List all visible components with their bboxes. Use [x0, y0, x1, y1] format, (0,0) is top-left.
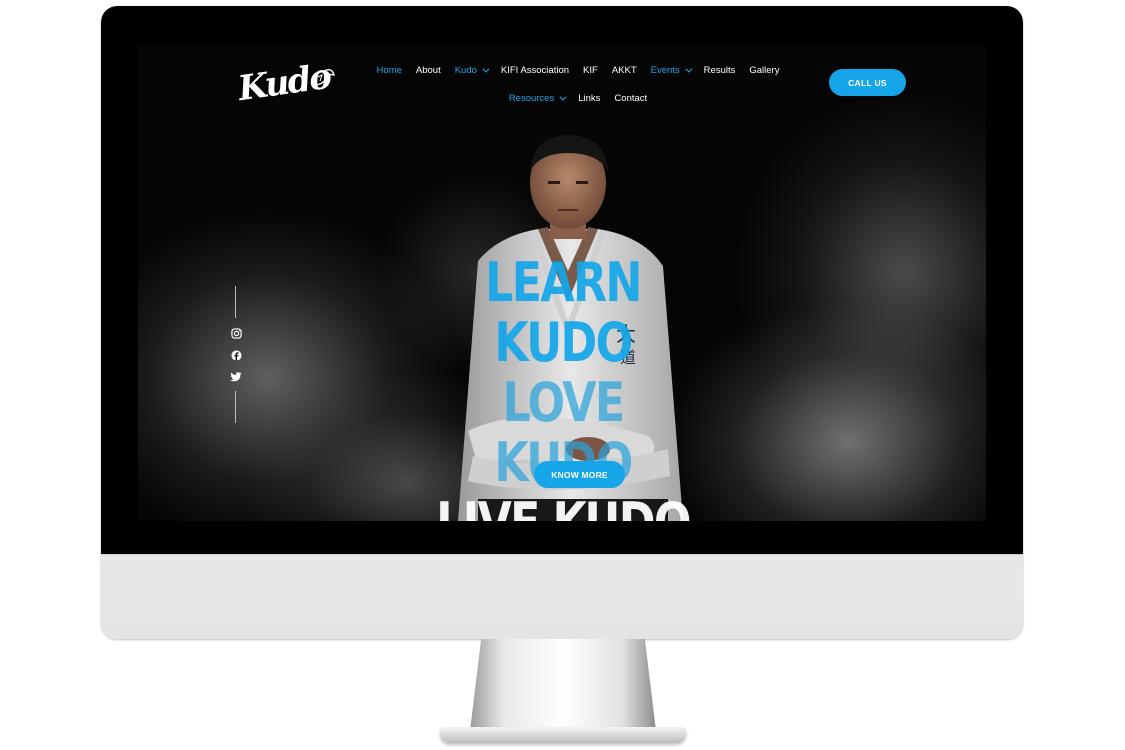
main-navigation: Home About Kudo KIFI Association KIF AKK… [377, 63, 780, 119]
twitter-icon[interactable] [230, 371, 242, 383]
nav-item-kifi-association[interactable]: KIFI Association [501, 65, 569, 76]
know-more-button[interactable]: KNOW MORE [534, 461, 625, 488]
monitor-chin-divider [101, 554, 1023, 555]
nav-item-contact[interactable]: Contact [614, 93, 647, 104]
instagram-icon[interactable] [230, 327, 242, 339]
nav-row-primary: Home About Kudo KIFI Association KIF AKK… [377, 63, 780, 77]
nav-label: Home [376, 64, 402, 76]
headline-line-learn: LEARN KUDO [485, 251, 642, 374]
nav-label: Resources [508, 92, 555, 104]
nav-label: KIFI Association [500, 64, 570, 76]
nav-item-about[interactable]: About [416, 65, 441, 76]
site-logo[interactable]: Kudo [236, 57, 338, 109]
chevron-down-icon [482, 65, 490, 73]
nav-item-kif[interactable]: KIF [583, 65, 598, 76]
chevron-down-icon [559, 93, 567, 101]
website-screen: 大 道 Kudo Home About Kudo KIFI Associatio… [138, 43, 986, 521]
nav-label: Contact [614, 92, 648, 104]
social-divider-top [235, 286, 236, 318]
nav-label: Events [650, 64, 680, 76]
nav-item-resources[interactable]: Resources [508, 92, 567, 104]
mockup-stage: 大 道 Kudo Home About Kudo KIFI Associatio… [0, 0, 1125, 750]
social-sidebar [230, 286, 242, 423]
nav-label: Gallery [749, 64, 780, 76]
smoke-right-bottom [668, 303, 986, 521]
call-us-button[interactable]: CALL US [829, 69, 906, 96]
monitor-stand-neck [470, 639, 656, 731]
nav-item-kudo[interactable]: Kudo [454, 64, 490, 76]
facebook-icon[interactable] [230, 349, 242, 361]
monitor-stand-base [440, 727, 686, 743]
smoke-right-top [738, 93, 986, 453]
headline-line-live: LIVE KUDO [428, 493, 699, 522]
nav-item-links[interactable]: Links [578, 93, 600, 104]
nav-label: Kudo [454, 64, 477, 76]
nav-item-akkt[interactable]: AKKT [612, 65, 637, 76]
social-divider-bottom [235, 391, 236, 423]
nav-label: Results [703, 64, 736, 76]
nav-label: KIF [583, 64, 598, 76]
nav-label: About [415, 64, 441, 76]
nav-item-results[interactable]: Results [704, 65, 736, 76]
smoke-left [138, 213, 458, 521]
nav-label: Links [578, 92, 601, 104]
nav-label: AKKT [611, 64, 637, 76]
nav-item-events[interactable]: Events [650, 64, 693, 76]
nav-row-secondary: Resources Links Contact [378, 91, 778, 105]
nav-item-gallery[interactable]: Gallery [749, 65, 779, 76]
nav-item-home[interactable]: Home [377, 65, 402, 76]
chevron-down-icon [685, 65, 693, 73]
dragon-emblem-icon [311, 68, 335, 86]
